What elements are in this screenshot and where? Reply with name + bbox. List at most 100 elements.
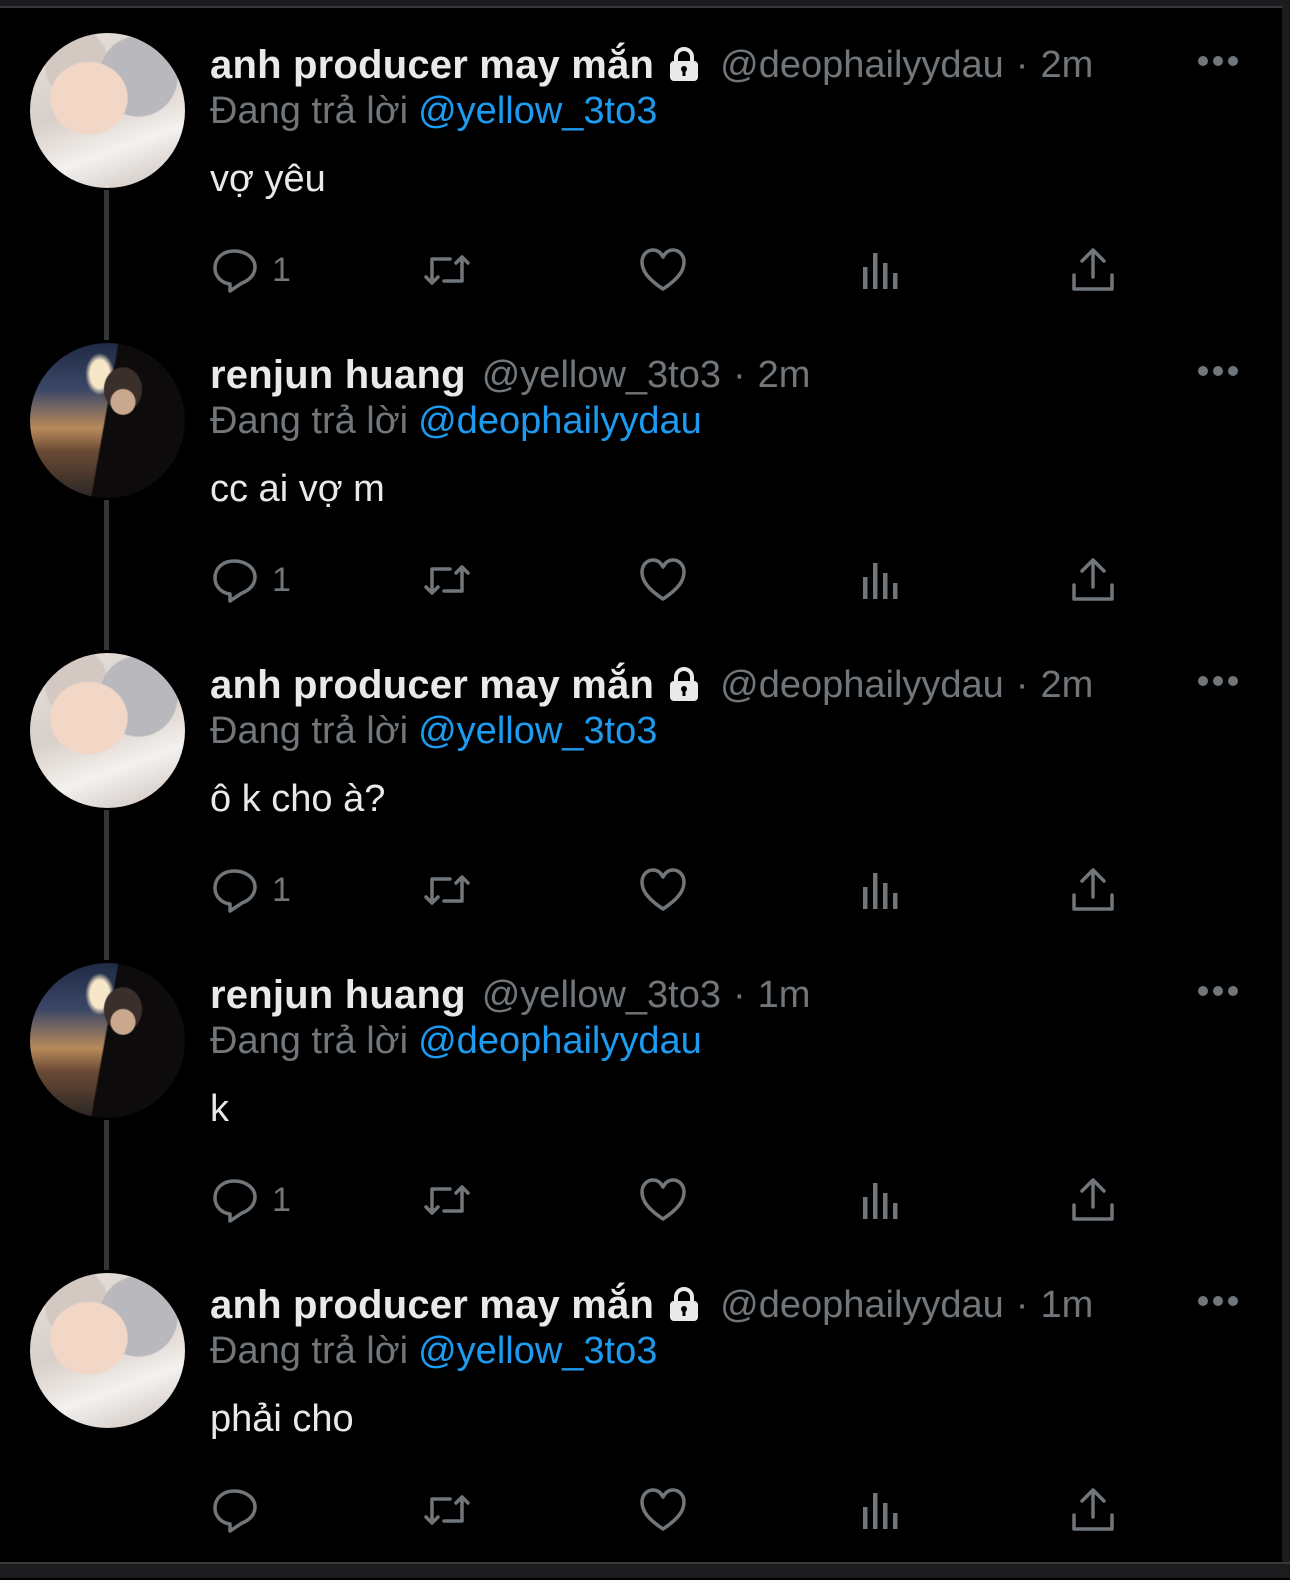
- display-name[interactable]: renjun huang: [210, 973, 466, 1018]
- dot-separator: ·: [1015, 1283, 1029, 1326]
- mention-link[interactable]: @yellow_3to3: [418, 1330, 657, 1372]
- timestamp[interactable]: 1m: [758, 974, 811, 1017]
- dot-separator: ·: [733, 353, 746, 396]
- mention-link[interactable]: @yellow_3to3: [418, 710, 657, 752]
- retweet-button[interactable]: [422, 550, 472, 610]
- replying-label: Đang trả lời: [210, 1330, 409, 1372]
- avatar[interactable]: [30, 653, 185, 808]
- tweet[interactable]: anh producer may mắn @deophailyydau · 1m…: [0, 1270, 1282, 1580]
- timestamp[interactable]: 2m: [1040, 44, 1093, 87]
- replying-to: Đang trả lời @yellow_3to3: [210, 1330, 657, 1373]
- bottom-frame-edge: [0, 1562, 1290, 1578]
- dot-separator: ·: [1015, 43, 1029, 86]
- replying-to: Đang trả lời @yellow_3to3: [210, 90, 657, 133]
- reply-button[interactable]: 1: [210, 240, 291, 300]
- tweet[interactable]: anh producer may mắn @deophailyydau · 2m…: [0, 650, 1282, 960]
- reply-count: 1: [272, 560, 291, 599]
- share-icon: [1072, 558, 1114, 601]
- lock-icon: [664, 45, 704, 85]
- replying-to: Đang trả lời @deophailyydau: [210, 400, 702, 443]
- views-button[interactable]: [855, 550, 905, 610]
- heart-icon: [640, 868, 686, 911]
- tweet-thread: anh producer may mắn @deophailyydau · 2m…: [0, 30, 1282, 1580]
- top-frame-edge: [0, 0, 1290, 8]
- user-handle[interactable]: @yellow_3to3: [482, 974, 721, 1017]
- share-button[interactable]: [1068, 860, 1118, 920]
- mention-link[interactable]: @yellow_3to3: [418, 90, 657, 132]
- avatar[interactable]: [30, 1273, 185, 1428]
- avatar[interactable]: [30, 33, 185, 188]
- more-icon[interactable]: [1196, 984, 1240, 998]
- action-bar: 1: [210, 1170, 1210, 1230]
- thread-connector-line: [104, 810, 109, 960]
- mention-link[interactable]: @deophailyydau: [418, 400, 702, 442]
- display-name[interactable]: anh producer may mắn: [210, 663, 654, 708]
- user-handle[interactable]: @yellow_3to3: [482, 354, 721, 397]
- tweet-text: phải cho: [210, 1398, 354, 1440]
- views-button[interactable]: [855, 1170, 905, 1230]
- avatar[interactable]: [30, 963, 185, 1118]
- retweet-icon: [424, 875, 470, 905]
- replying-to: Đang trả lời @deophailyydau: [210, 1020, 702, 1063]
- share-button[interactable]: [1068, 550, 1118, 610]
- timestamp[interactable]: 2m: [758, 354, 811, 397]
- reply-icon: [213, 559, 257, 603]
- thread-connector-line: [104, 500, 109, 650]
- reply-button[interactable]: 1: [210, 1170, 291, 1230]
- thread-connector-line: [104, 190, 109, 340]
- display-name[interactable]: anh producer may mắn: [210, 43, 654, 88]
- timestamp[interactable]: 1m: [1040, 1284, 1093, 1327]
- more-icon[interactable]: [1196, 364, 1240, 378]
- display-name[interactable]: anh producer may mắn: [210, 1283, 654, 1328]
- reply-button[interactable]: 1: [210, 860, 291, 920]
- views-button[interactable]: [855, 860, 905, 920]
- reply-button[interactable]: 1: [210, 550, 291, 610]
- like-button[interactable]: [638, 240, 688, 300]
- retweet-button[interactable]: [422, 860, 472, 920]
- tweet-text: k: [210, 1088, 229, 1130]
- tweet[interactable]: renjun huang @yellow_3to3 · 1m Đang trả …: [0, 960, 1282, 1270]
- tweet-header: anh producer may mắn @deophailyydau · 2m: [210, 658, 1093, 712]
- retweet-button[interactable]: [422, 240, 472, 300]
- replying-label: Đang trả lời: [210, 710, 409, 752]
- reply-icon: [213, 869, 257, 913]
- lock-icon: [664, 1285, 704, 1325]
- views-button[interactable]: [855, 240, 905, 300]
- like-button[interactable]: [638, 1170, 688, 1230]
- reply-count: 1: [272, 1180, 291, 1219]
- like-button[interactable]: [638, 860, 688, 920]
- reply-count: 1: [272, 250, 291, 289]
- share-button[interactable]: [1068, 1480, 1118, 1540]
- retweet-button[interactable]: [422, 1170, 472, 1230]
- views-icon: [863, 873, 898, 909]
- right-frame-edge: [1282, 0, 1290, 1578]
- views-icon: [863, 563, 898, 599]
- avatar[interactable]: [30, 343, 185, 498]
- share-button[interactable]: [1068, 240, 1118, 300]
- share-button[interactable]: [1068, 1170, 1118, 1230]
- share-icon: [1072, 1178, 1114, 1221]
- more-icon[interactable]: [1196, 54, 1240, 68]
- like-button[interactable]: [638, 550, 688, 610]
- tweet[interactable]: renjun huang @yellow_3to3 · 2m Đang trả …: [0, 340, 1282, 650]
- user-handle[interactable]: @deophailyydau: [720, 44, 1004, 87]
- user-handle[interactable]: @deophailyydau: [720, 1284, 1004, 1327]
- heart-icon: [640, 558, 686, 601]
- reply-button[interactable]: [210, 1480, 272, 1540]
- reply-count: 1: [272, 870, 291, 909]
- reply-icon: [213, 249, 257, 293]
- timestamp[interactable]: 2m: [1040, 664, 1093, 707]
- share-icon: [1072, 868, 1114, 911]
- user-handle[interactable]: @deophailyydau: [720, 664, 1004, 707]
- action-bar: 1: [210, 240, 1210, 300]
- tweet[interactable]: anh producer may mắn @deophailyydau · 2m…: [0, 30, 1282, 340]
- views-button[interactable]: [855, 1480, 905, 1540]
- action-bar: [210, 1480, 1210, 1540]
- retweet-icon: [424, 1185, 470, 1215]
- more-icon[interactable]: [1196, 674, 1240, 688]
- more-icon[interactable]: [1196, 1294, 1240, 1308]
- display-name[interactable]: renjun huang: [210, 353, 466, 398]
- mention-link[interactable]: @deophailyydau: [418, 1020, 702, 1062]
- like-button[interactable]: [638, 1480, 688, 1540]
- retweet-button[interactable]: [422, 1480, 472, 1540]
